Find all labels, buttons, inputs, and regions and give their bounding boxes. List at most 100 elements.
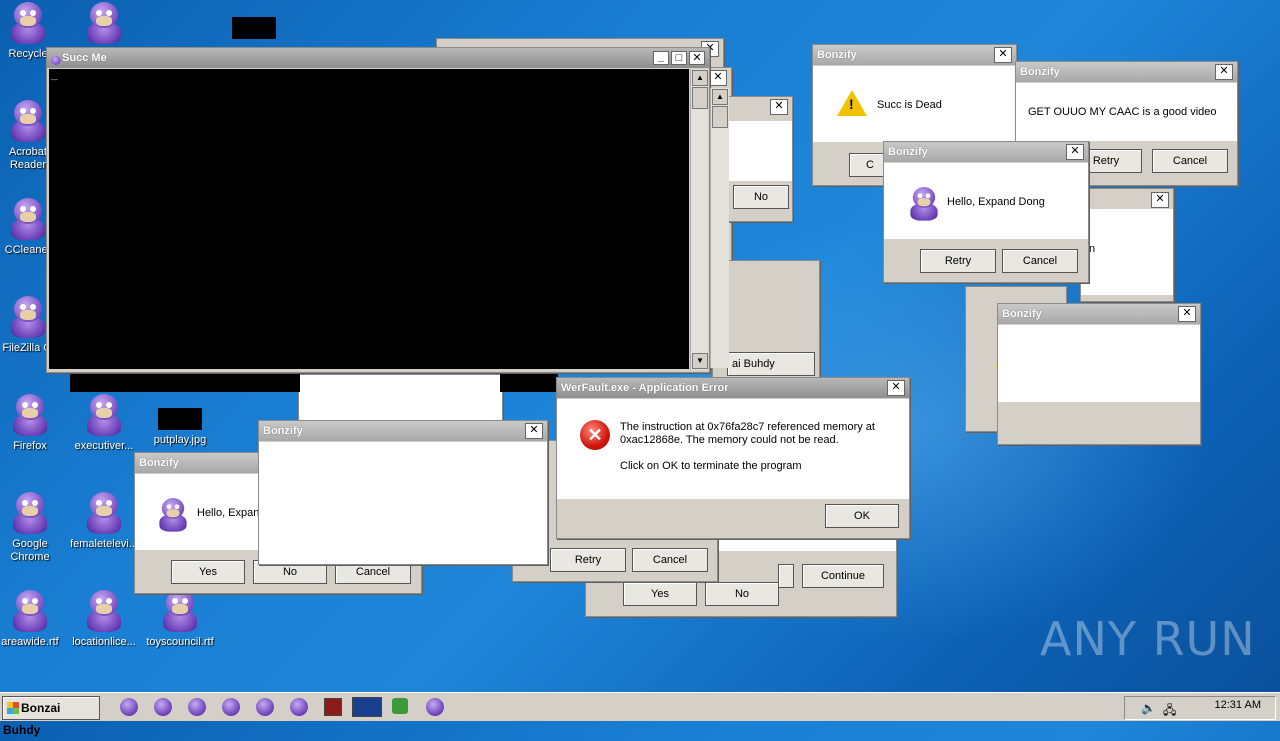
dialog-empty-right: Bonzify ✕ bbox=[997, 303, 1201, 445]
start-button[interactable]: Bonzai Buhdy bbox=[2, 696, 100, 737]
close-icon[interactable]: ✕ bbox=[689, 51, 705, 65]
close-icon[interactable]: ✕ bbox=[709, 70, 727, 86]
bonzi-taskbar-icon[interactable] bbox=[426, 698, 444, 716]
desktop-icon-putplay[interactable]: putplay.jpg bbox=[142, 408, 218, 447]
close-icon[interactable]: ✕ bbox=[525, 423, 543, 439]
desktop-icon-toyscouncil[interactable]: toyscouncil.rtf bbox=[142, 588, 218, 649]
dialog-titlebar[interactable]: Bonzify ✕ bbox=[998, 304, 1200, 324]
bonzi-taskbar-icon[interactable] bbox=[222, 698, 240, 716]
anyrun-watermark: ANY RUN bbox=[1040, 612, 1256, 666]
dialog-message-partial: n bbox=[1089, 243, 1096, 255]
dialog-titlebar[interactable]: Bonzify ✕ bbox=[884, 142, 1088, 162]
dialog-titlebar[interactable]: Bonzify ✕ bbox=[259, 421, 547, 441]
desktop-icon-areawide[interactable]: areawide.rtf bbox=[0, 588, 68, 649]
app-taskbar-icon[interactable] bbox=[324, 698, 342, 716]
minimize-icon[interactable]: _ bbox=[653, 51, 669, 65]
bonzi-taskbar-icon[interactable] bbox=[154, 698, 172, 716]
scroll-up-icon[interactable]: ▲ bbox=[712, 89, 728, 105]
console-output[interactable]: _ bbox=[49, 69, 689, 369]
error-line-3: Click on OK to terminate the program bbox=[620, 460, 802, 472]
desktop-icon-locationlice[interactable]: locationlice... bbox=[66, 588, 142, 649]
bonzi-icon bbox=[10, 490, 50, 534]
dialog-title: Bonzify bbox=[139, 457, 179, 469]
desktop-icon-label: Acrobat Reader bbox=[9, 146, 47, 171]
console-titlebar[interactable]: Succ Me _ □ ✕ bbox=[47, 48, 709, 68]
desktop-icon-label: Recycle bbox=[8, 48, 48, 60]
ok-button[interactable]: OK bbox=[825, 504, 899, 528]
bonzi-icon bbox=[8, 0, 48, 44]
cancel-button[interactable]: Cancel bbox=[632, 548, 708, 572]
desktop-icon-label: CCleaner bbox=[4, 244, 52, 256]
desktop-icon-label: toyscouncil.rtf bbox=[146, 636, 214, 648]
bonzi-taskbar-icon[interactable] bbox=[290, 698, 308, 716]
close-icon[interactable]: ✕ bbox=[1151, 192, 1169, 208]
cancel-button[interactable]: Cancel bbox=[1152, 149, 1228, 173]
no-button[interactable]: No bbox=[705, 582, 779, 606]
desktop-icon-label: Firefox bbox=[13, 440, 47, 452]
dialog-title: Bonzify bbox=[263, 425, 303, 437]
black-strip bbox=[500, 370, 558, 392]
behind-scrollbar: ▲ bbox=[710, 88, 729, 368]
app-taskbar-icon[interactable] bbox=[352, 697, 382, 717]
bonzi-icon bbox=[10, 392, 50, 436]
yes-button[interactable]: Yes bbox=[171, 560, 245, 584]
black-thumbnail bbox=[232, 17, 276, 39]
bonzi-taskbar-icon[interactable] bbox=[256, 698, 274, 716]
dialog-title: Bonzify bbox=[1020, 66, 1060, 78]
dialog-body: n bbox=[1081, 209, 1173, 295]
desktop-icon-femaletelevi[interactable]: femaletelevi... bbox=[66, 490, 142, 551]
partial-button[interactable]: ai Buhdy bbox=[727, 352, 815, 376]
volume-icon[interactable]: 🔈 bbox=[1141, 701, 1156, 715]
scroll-thumb[interactable] bbox=[712, 106, 728, 128]
dialog-message: GET OUUO MY CAAC is a good video bbox=[1028, 106, 1217, 118]
maximize-icon[interactable]: □ bbox=[671, 51, 687, 65]
desktop-icon-label: executiver... bbox=[74, 440, 134, 452]
dialog-title: Bonzify bbox=[817, 49, 857, 61]
close-icon[interactable]: ✕ bbox=[770, 99, 788, 115]
no-button[interactable]: No bbox=[733, 185, 789, 209]
scroll-thumb[interactable] bbox=[692, 87, 708, 109]
bonzi-icon bbox=[160, 588, 200, 632]
desktop-icon-chrome[interactable]: Google Chrome bbox=[0, 490, 68, 564]
desktop-icon-firefox[interactable]: Firefox bbox=[0, 392, 68, 453]
desktop-icon-executiver[interactable]: executiver... bbox=[66, 392, 142, 453]
dialog-titlebar[interactable]: Bonzify ✕ bbox=[1016, 62, 1237, 82]
clock[interactable]: 12:31 AM bbox=[1215, 699, 1261, 711]
scroll-down-icon[interactable]: ▼ bbox=[692, 353, 708, 369]
desktop-icon-label: areawide.rtf bbox=[1, 636, 59, 648]
dialog-body: ✕ The instruction at 0x76fa28c7 referenc… bbox=[557, 399, 909, 499]
bonzi-icon bbox=[84, 0, 124, 44]
console-scrollbar[interactable]: ▲ ▼ bbox=[690, 69, 708, 370]
dialog-body: ! Succ is Dead bbox=[813, 66, 1016, 142]
app-taskbar-icon[interactable] bbox=[392, 698, 408, 714]
bonzi-icon bbox=[84, 588, 124, 632]
close-icon[interactable]: ✕ bbox=[994, 47, 1012, 63]
close-icon[interactable]: ✕ bbox=[1066, 144, 1084, 160]
yes-button[interactable]: Yes bbox=[623, 582, 697, 606]
close-icon[interactable]: ✕ bbox=[1215, 64, 1233, 80]
desktop-icon-top-2[interactable] bbox=[66, 0, 142, 48]
cancel-button[interactable]: Cancel bbox=[1002, 249, 1078, 273]
close-icon[interactable]: ✕ bbox=[1178, 306, 1196, 322]
bonzi-icon bbox=[84, 392, 124, 436]
retry-button[interactable]: Retry bbox=[550, 548, 626, 572]
bonzi-taskbar-icon[interactable] bbox=[188, 698, 206, 716]
continue-button[interactable]: Continue bbox=[802, 564, 884, 588]
error-line-1: The instruction at 0x76fa28c7 referenced… bbox=[620, 421, 875, 433]
warning-icon: ! bbox=[837, 90, 867, 116]
bonzi-icon bbox=[10, 588, 50, 632]
dialog-message: Hello, Expand Dong bbox=[947, 196, 1045, 208]
dialog-titlebar[interactable]: WerFault.exe - Application Error ✕ bbox=[557, 378, 909, 398]
scroll-up-icon[interactable]: ▲ bbox=[692, 70, 708, 86]
dialog-titlebar[interactable]: Bonzify ✕ bbox=[813, 45, 1016, 65]
partial-button[interactable] bbox=[778, 564, 794, 588]
bonzi-taskbar-icon[interactable] bbox=[120, 698, 138, 716]
dialog-body: GET OUUO MY CAAC is a good video bbox=[1016, 83, 1237, 141]
bonzi-icon bbox=[8, 196, 48, 240]
close-icon[interactable]: ✕ bbox=[887, 380, 905, 396]
system-tray: 🔈 🖧 12:31 AM bbox=[1124, 696, 1276, 720]
retry-button[interactable]: Retry bbox=[920, 249, 996, 273]
dialog-title: Bonzify bbox=[888, 146, 928, 158]
image-thumbnail bbox=[158, 408, 202, 430]
network-icon[interactable]: 🖧 bbox=[1163, 701, 1176, 722]
